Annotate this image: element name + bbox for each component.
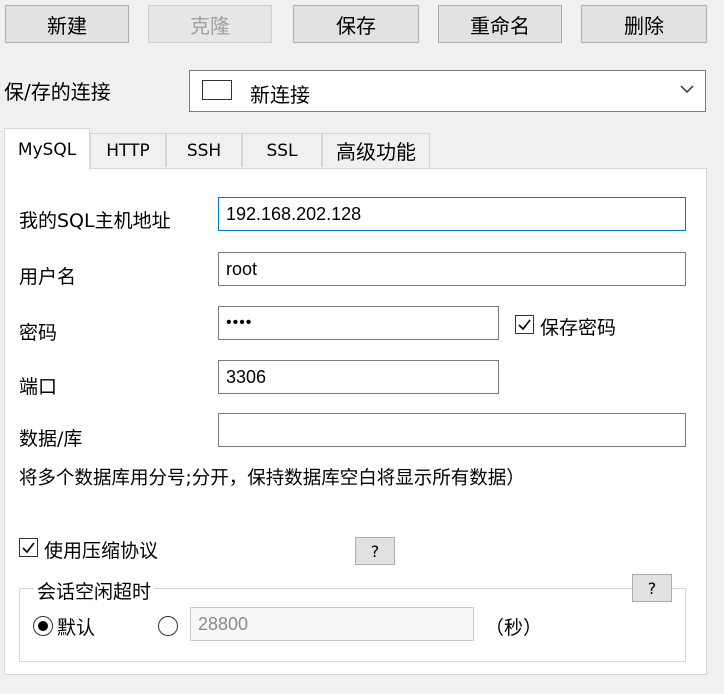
timeout-input: 28800 — [190, 607, 474, 641]
new-button[interactable]: 新建 — [5, 5, 129, 43]
save-password-label[interactable]: 保存密码 — [540, 313, 616, 340]
database-input[interactable] — [218, 413, 686, 447]
port-input[interactable]: 3306 — [218, 360, 499, 394]
compression-checkbox[interactable] — [19, 538, 38, 557]
password-label: 密码 — [19, 322, 58, 344]
host-label: 我的SQL主机地址 — [19, 210, 171, 232]
check-icon — [22, 542, 35, 554]
username-label: 用户名 — [19, 266, 77, 288]
clone-button: 克隆 — [148, 5, 272, 43]
host-input[interactable]: 192.168.202.128 — [218, 197, 686, 231]
password-input[interactable]: •••• — [218, 306, 499, 340]
database-hint: 将多个数据库用分号;分开，保持数据库空白将显示所有数据） — [19, 468, 525, 489]
default-label[interactable]: 默认 — [57, 613, 95, 640]
port-label: 端口 — [19, 376, 58, 398]
save-button[interactable]: 保存 — [293, 5, 419, 43]
username-input[interactable]: root — [218, 252, 686, 286]
compression-label[interactable]: 使用压缩协议 — [44, 536, 158, 563]
tab-advanced[interactable]: 高级功能 — [322, 133, 430, 167]
session-help-button[interactable]: ? — [632, 574, 672, 602]
tab-ssl[interactable]: SSL — [242, 133, 322, 167]
custom-radio[interactable] — [158, 616, 178, 636]
delete-button[interactable]: 删除 — [581, 5, 707, 43]
tab-mysql[interactable]: MySQL — [4, 128, 90, 170]
compression-help-button[interactable]: ? — [355, 537, 395, 565]
saved-connection-label: 保/存的连接 — [4, 80, 111, 104]
database-label: 数据/库 — [19, 428, 83, 450]
tab-http[interactable]: HTTP — [90, 133, 166, 167]
session-timeout-label: 会话空闲超时 — [34, 577, 155, 604]
saved-connection-select[interactable]: 新连接 — [189, 70, 706, 112]
check-icon — [518, 319, 531, 331]
radio-dot — [38, 621, 48, 631]
chevron-down-icon — [680, 85, 694, 94]
color-swatch — [202, 80, 232, 100]
tab-ssh[interactable]: SSH — [166, 133, 242, 167]
rename-button[interactable]: 重命名 — [438, 5, 562, 43]
save-password-checkbox[interactable] — [515, 315, 534, 334]
default-radio[interactable] — [33, 616, 53, 636]
seconds-label: （秒） — [485, 617, 543, 639]
saved-connection-value: 新连接 — [250, 83, 310, 107]
